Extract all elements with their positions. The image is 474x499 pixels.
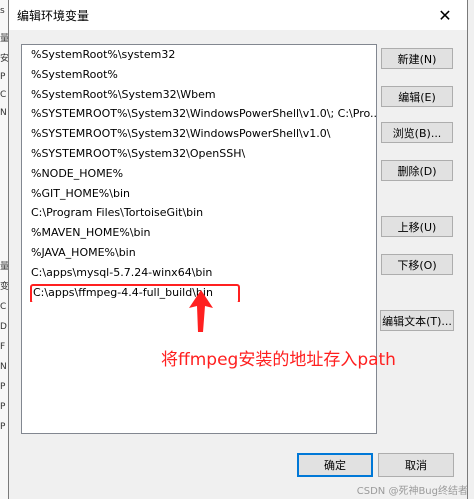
- bg-fragment: C: [0, 90, 7, 100]
- path-list[interactable]: %SystemRoot%\system32 %SystemRoot% %Syst…: [21, 44, 377, 434]
- edit-env-variable-dialog: 编辑环境变量 ✕ %SystemRoot%\system32 %SystemRo…: [8, 0, 468, 499]
- move-down-button[interactable]: 下移(O): [381, 254, 453, 275]
- bg-fragment: s: [0, 6, 5, 16]
- list-item-text: C:\apps\mysql-5.7.24-winx64\bin: [31, 265, 213, 279]
- list-item[interactable]: %JAVA_HOME%\bin: [22, 243, 376, 263]
- ok-button[interactable]: 确定: [297, 453, 373, 477]
- list-item[interactable]: %GIT_HOME%\bin: [22, 184, 376, 204]
- list-item-text: %JAVA_HOME%\bin: [31, 245, 136, 259]
- list-item[interactable]: C:\apps\mysql-5.7.24-winx64\bin: [22, 263, 376, 283]
- close-button[interactable]: ✕: [423, 0, 467, 30]
- edit-text-button[interactable]: 编辑文本(T)...: [380, 310, 454, 331]
- bg-fragment: F: [0, 342, 6, 352]
- dialog-title: 编辑环境变量: [17, 9, 90, 23]
- bg-fragment: N: [0, 108, 7, 118]
- bg-fragment: P: [0, 402, 6, 412]
- list-item[interactable]: %SystemRoot%: [22, 65, 376, 85]
- list-item[interactable]: %NODE_HOME%: [22, 164, 376, 184]
- list-item[interactable]: %SystemRoot%\System32\Wbem: [22, 85, 376, 105]
- list-item[interactable]: C:\Program Files\TortoiseGit\bin: [22, 203, 376, 223]
- list-item[interactable]: %SYSTEMROOT%\System32\OpenSSH\: [22, 144, 376, 164]
- list-item[interactable]: %SYSTEMROOT%\System32\WindowsPowerShell\…: [22, 104, 376, 124]
- edit-button[interactable]: 编辑(E): [381, 86, 453, 107]
- bg-fragment: P: [0, 422, 6, 432]
- bg-fragment: P: [0, 382, 6, 392]
- cancel-button[interactable]: 取消: [378, 453, 454, 477]
- move-up-button[interactable]: 上移(U): [381, 216, 453, 237]
- list-item-text: %SYSTEMROOT%\System32\WindowsPowerShell\…: [31, 127, 331, 141]
- screen: s 量 安 P C N 量 变 C D F N P P P 编辑环境变量 ✕ %…: [0, 0, 474, 499]
- list-item-text: %SystemRoot%: [31, 67, 118, 81]
- annotation-arrow-icon: [189, 290, 213, 332]
- list-item[interactable]: %MAVEN_HOME%\bin: [22, 223, 376, 243]
- bg-fragment: N: [0, 362, 7, 372]
- list-item-text: %SystemRoot%\System32\Wbem: [31, 87, 216, 101]
- browse-button[interactable]: 浏览(B)...: [381, 122, 453, 143]
- bg-fragment: P: [0, 72, 6, 82]
- annotation-text: 将ffmpeg安装的地址存入path: [161, 350, 396, 370]
- close-icon: ✕: [438, 5, 452, 25]
- list-item-text: %GIT_HOME%\bin: [31, 186, 130, 200]
- bg-fragment: D: [0, 322, 7, 332]
- list-item-text: %SYSTEMROOT%\System32\WindowsPowerShell\…: [31, 107, 376, 121]
- list-item-text: %SYSTEMROOT%\System32\OpenSSH\: [31, 146, 246, 160]
- list-item-text: %SystemRoot%\system32: [31, 48, 176, 61]
- delete-button[interactable]: 删除(D): [381, 160, 453, 181]
- list-item-text: %MAVEN_HOME%\bin: [31, 226, 151, 240]
- title-bar: 编辑环境变量 ✕: [9, 0, 467, 30]
- watermark: CSDN @死神Bug终结者: [356, 486, 468, 497]
- list-item[interactable]: %SYSTEMROOT%\System32\WindowsPowerShell\…: [22, 124, 376, 144]
- list-item-text: C:\apps\ffmpeg-4.4-full_build\bin: [33, 285, 213, 299]
- list-item-text: C:\Program Files\TortoiseGit\bin: [31, 206, 204, 220]
- list-item[interactable]: %SystemRoot%\system32: [22, 45, 376, 65]
- bg-fragment: C: [0, 302, 7, 312]
- new-button[interactable]: 新建(N): [381, 48, 453, 69]
- list-item-text: %NODE_HOME%: [31, 166, 124, 180]
